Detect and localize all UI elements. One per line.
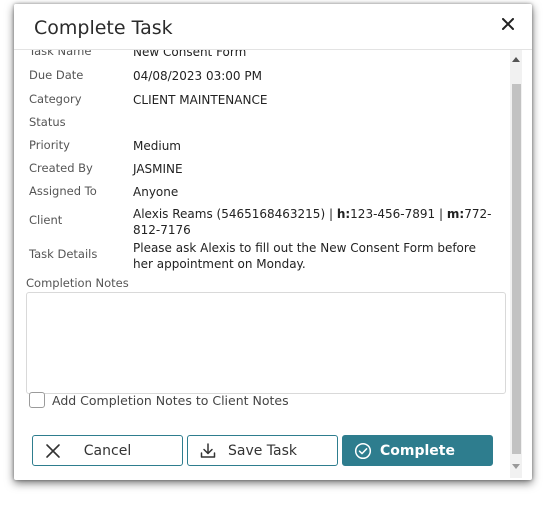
complete-label: Complete — [380, 443, 455, 459]
field-label: Client — [29, 213, 63, 227]
field-label: Status — [29, 115, 66, 129]
field-value: Please ask Alexis to fill out the New Co… — [133, 241, 476, 271]
checkbox-box[interactable] — [29, 392, 45, 408]
field-value: CLIENT MAINTENANCE — [133, 93, 268, 107]
cancel-label: Cancel — [83, 443, 132, 459]
home-phone: 123-456-7891 — [350, 207, 436, 221]
field-value: 04/08/2023 03:00 PM — [133, 69, 262, 83]
close-icon — [502, 18, 514, 30]
mobile-phone-label: m: — [446, 207, 465, 221]
dialog-title: Complete Task — [34, 17, 173, 39]
scroll-down-button[interactable] — [510, 460, 522, 474]
separator: | — [328, 207, 333, 221]
dialog-body: Task Name New Consent Form Due Date 04/0… — [14, 50, 508, 480]
scroll-up-button[interactable] — [510, 52, 522, 66]
field-label: Task Details — [29, 247, 98, 261]
add-to-client-notes-checkbox[interactable]: Add Completion Notes to Client Notes — [29, 390, 289, 410]
vertical-scrollbar[interactable] — [510, 50, 522, 478]
separator: | — [439, 207, 444, 221]
complete-button[interactable]: Complete — [342, 435, 493, 466]
save-task-label: Save Task — [227, 443, 298, 459]
completion-notes-label: Completion Notes — [26, 276, 129, 290]
completion-notes-input[interactable] — [26, 292, 506, 394]
dialog-header: Complete Task — [14, 4, 532, 50]
field-value: JASMINE — [133, 162, 183, 176]
field-label: Priority — [29, 138, 70, 152]
cancel-button[interactable]: Cancel — [32, 435, 183, 466]
field-label: Assigned To — [29, 184, 97, 198]
scrollbar-thumb[interactable] — [512, 84, 521, 454]
field-label: Category — [29, 92, 82, 106]
field-value: Anyone — [133, 185, 179, 199]
field-value: New Consent Form — [133, 50, 247, 59]
client-name: Alexis Reams (5465168463215) — [133, 207, 326, 221]
field-label: Task Name — [29, 50, 92, 58]
field-label: Created By — [29, 161, 93, 175]
field-label: Due Date — [29, 68, 84, 82]
checkbox-label: Add Completion Notes to Client Notes — [52, 392, 289, 408]
home-phone-label: h: — [336, 207, 351, 221]
save-task-button[interactable]: Save Task — [187, 435, 338, 466]
close-button[interactable] — [498, 14, 518, 34]
complete-task-dialog: Complete Task Task Name New Consent Form… — [14, 4, 532, 480]
caret-down-icon — [512, 464, 520, 469]
field-value: Medium — [133, 139, 181, 153]
client-value: Alexis Reams (5465168463215) | h:123-456… — [133, 206, 493, 238]
caret-up-icon — [512, 57, 520, 62]
